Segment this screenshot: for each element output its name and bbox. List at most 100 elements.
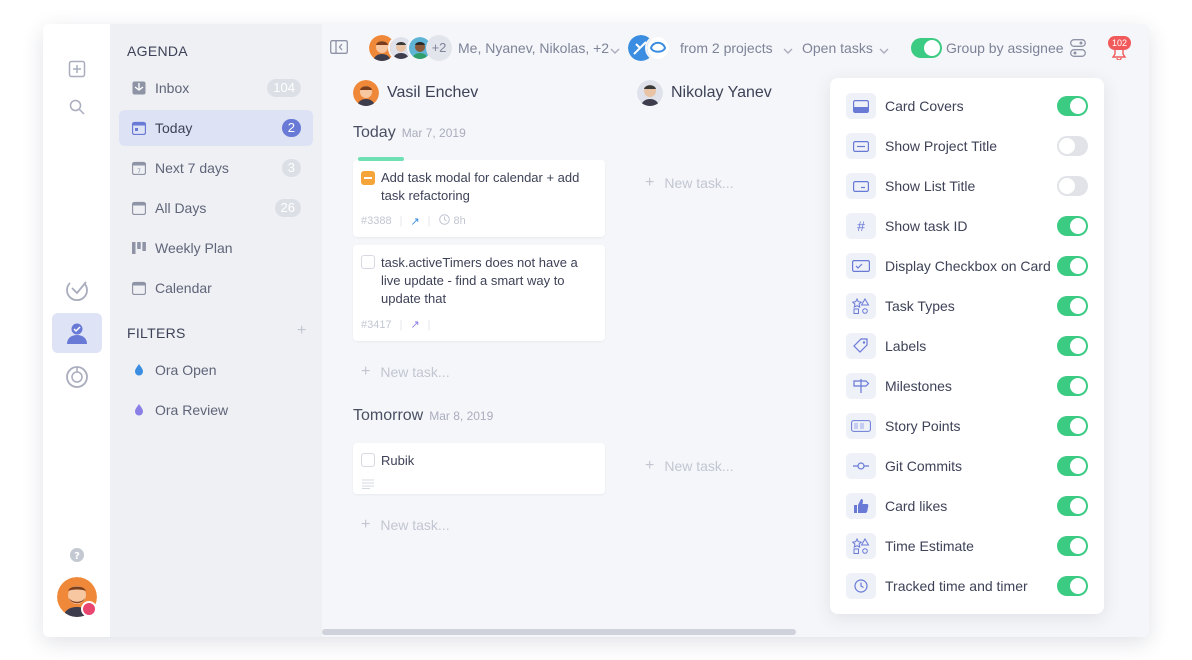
more-assignees[interactable]: +2 [426,35,452,61]
setting-toggle[interactable] [1057,96,1088,116]
setting-toggle[interactable] [1057,536,1088,556]
setting-label: Milestones [885,378,952,394]
task-card[interactable]: Add task modal for calendar + add task r… [353,157,605,237]
setting-story-points[interactable]: Story Points [846,413,1088,439]
setting-toggle[interactable] [1057,296,1088,316]
task-title: Add task modal for calendar + add task r… [381,170,580,203]
new-task-icon[interactable] [63,55,90,82]
setting-show-task-id[interactable]: # Show task ID [846,213,1088,239]
notification-badge: 102 [1108,36,1132,50]
assignee-avatar [353,80,379,106]
card-cover-icon [846,93,876,119]
setting-toggle[interactable] [1057,176,1088,196]
sidebar-item-weekly-plan[interactable]: Weekly Plan [119,230,313,266]
sidebar-item-inbox[interactable]: Inbox 104 [119,70,313,106]
plus-icon: + [645,457,655,474]
task-checkbox[interactable] [361,453,375,467]
setting-card-covers[interactable]: Card Covers [846,93,1088,119]
sidebar-item-all-days[interactable]: All Days 26 [119,190,313,226]
group-by-toggle[interactable] [911,38,942,58]
new-task-label: New task... [664,458,734,474]
setting-label: Show Project Title [885,138,998,154]
tag-icon [846,333,876,359]
search-icon[interactable] [63,93,90,120]
droplet-icon [131,362,147,378]
signpost-icon [846,373,876,399]
project-avatar[interactable] [645,35,671,61]
project-title-icon [846,133,876,159]
setting-labels[interactable]: Labels [846,333,1088,359]
plus-icon: + [361,516,371,533]
setting-label: Task Types [885,298,955,314]
task-checkbox[interactable] [361,255,375,269]
sidebar-item-next-7-days[interactable]: 7 Next 7 days 3 [119,150,313,186]
tasks-check-icon[interactable] [63,275,90,302]
priority-arrow-icon: ↗ [410,215,420,228]
card-cover-strip [358,157,404,161]
setting-git-commits[interactable]: Git Commits [846,453,1088,479]
filter-ora-open[interactable]: Ora Open [119,352,313,388]
task-card[interactable]: task.activeTimers does not have a live u… [353,245,605,341]
setting-milestones[interactable]: Milestones [846,373,1088,399]
assignee-name: Nikolay Yanev [671,84,772,101]
add-filter-button[interactable]: + [297,322,306,340]
setting-toggle[interactable] [1057,216,1088,236]
status-filter[interactable]: Open tasks [802,40,873,56]
setting-show-project-title[interactable]: Show Project Title [846,133,1088,159]
horizontal-scrollbar[interactable] [322,629,796,635]
new-task-button[interactable]: + New task... [361,363,450,381]
new-task-button[interactable]: + New task... [645,457,734,475]
new-task-label: New task... [380,517,450,533]
setting-label: Time Estimate [885,538,974,554]
calendar-today-icon [131,120,147,136]
icon-rail: ? [43,24,110,637]
setting-toggle[interactable] [1057,336,1088,356]
setting-toggle[interactable] [1057,256,1088,276]
checkbox-icon [846,253,876,279]
reports-icon[interactable] [63,363,90,390]
setting-label: Card likes [885,498,948,514]
list-title-icon [846,173,876,199]
task-id: #3417 [361,318,392,331]
setting-show-list-title[interactable]: Show List Title [846,173,1088,199]
setting-task-types[interactable]: Task Types [846,293,1088,319]
setting-toggle[interactable] [1057,456,1088,476]
time-estimate-icon [846,533,876,559]
weekly-plan-icon [131,240,147,256]
filter-ora-review[interactable]: Ora Review [119,392,313,428]
setting-tracked-time[interactable]: Tracked time and timer [846,573,1088,599]
assignee-filter[interactable]: Me, Nyanev, Nikolas, +2 [458,40,609,56]
setting-display-checkbox[interactable]: Display Checkbox on Card [846,253,1088,279]
setting-label: Card Covers [885,98,964,114]
new-task-label: New task... [664,175,734,191]
count-badge: 2 [281,119,301,137]
sidebar-item-calendar[interactable]: Calendar [119,270,313,306]
task-card[interactable]: Rubik [353,443,605,494]
view-settings-icon[interactable] [1070,39,1086,62]
section-date: Mar 8, 2019 [429,409,494,423]
setting-label: Story Points [885,418,961,434]
help-icon[interactable]: ? [63,541,90,568]
new-task-button[interactable]: + New task... [361,516,450,534]
setting-card-likes[interactable]: Card likes [846,493,1088,519]
assignee-avatar [637,80,663,106]
setting-toggle[interactable] [1057,576,1088,596]
sidebar-item-today[interactable]: Today 2 [119,110,313,146]
plus-icon: + [361,363,371,380]
my-tasks-icon[interactable] [63,319,90,346]
setting-toggle[interactable] [1057,136,1088,156]
new-task-button[interactable]: + New task... [645,174,734,192]
task-title: Rubik [381,453,415,468]
setting-time-estimate[interactable]: Time Estimate [846,533,1088,559]
section-tomorrow: Tomorrow Mar 8, 2019 [353,407,493,425]
hash-icon: # [846,213,876,239]
setting-toggle[interactable] [1057,496,1088,516]
setting-toggle[interactable] [1057,416,1088,436]
setting-label: Git Commits [885,458,962,474]
sidebar: AGENDA Inbox 104 Today 2 7 Next 7 days 3… [110,24,322,637]
project-filter[interactable]: from 2 projects [680,40,773,56]
collapse-sidebar-icon[interactable] [330,40,348,59]
sidebar-item-label: Weekly Plan [155,240,233,256]
calendar-icon [131,280,147,296]
setting-toggle[interactable] [1057,376,1088,396]
